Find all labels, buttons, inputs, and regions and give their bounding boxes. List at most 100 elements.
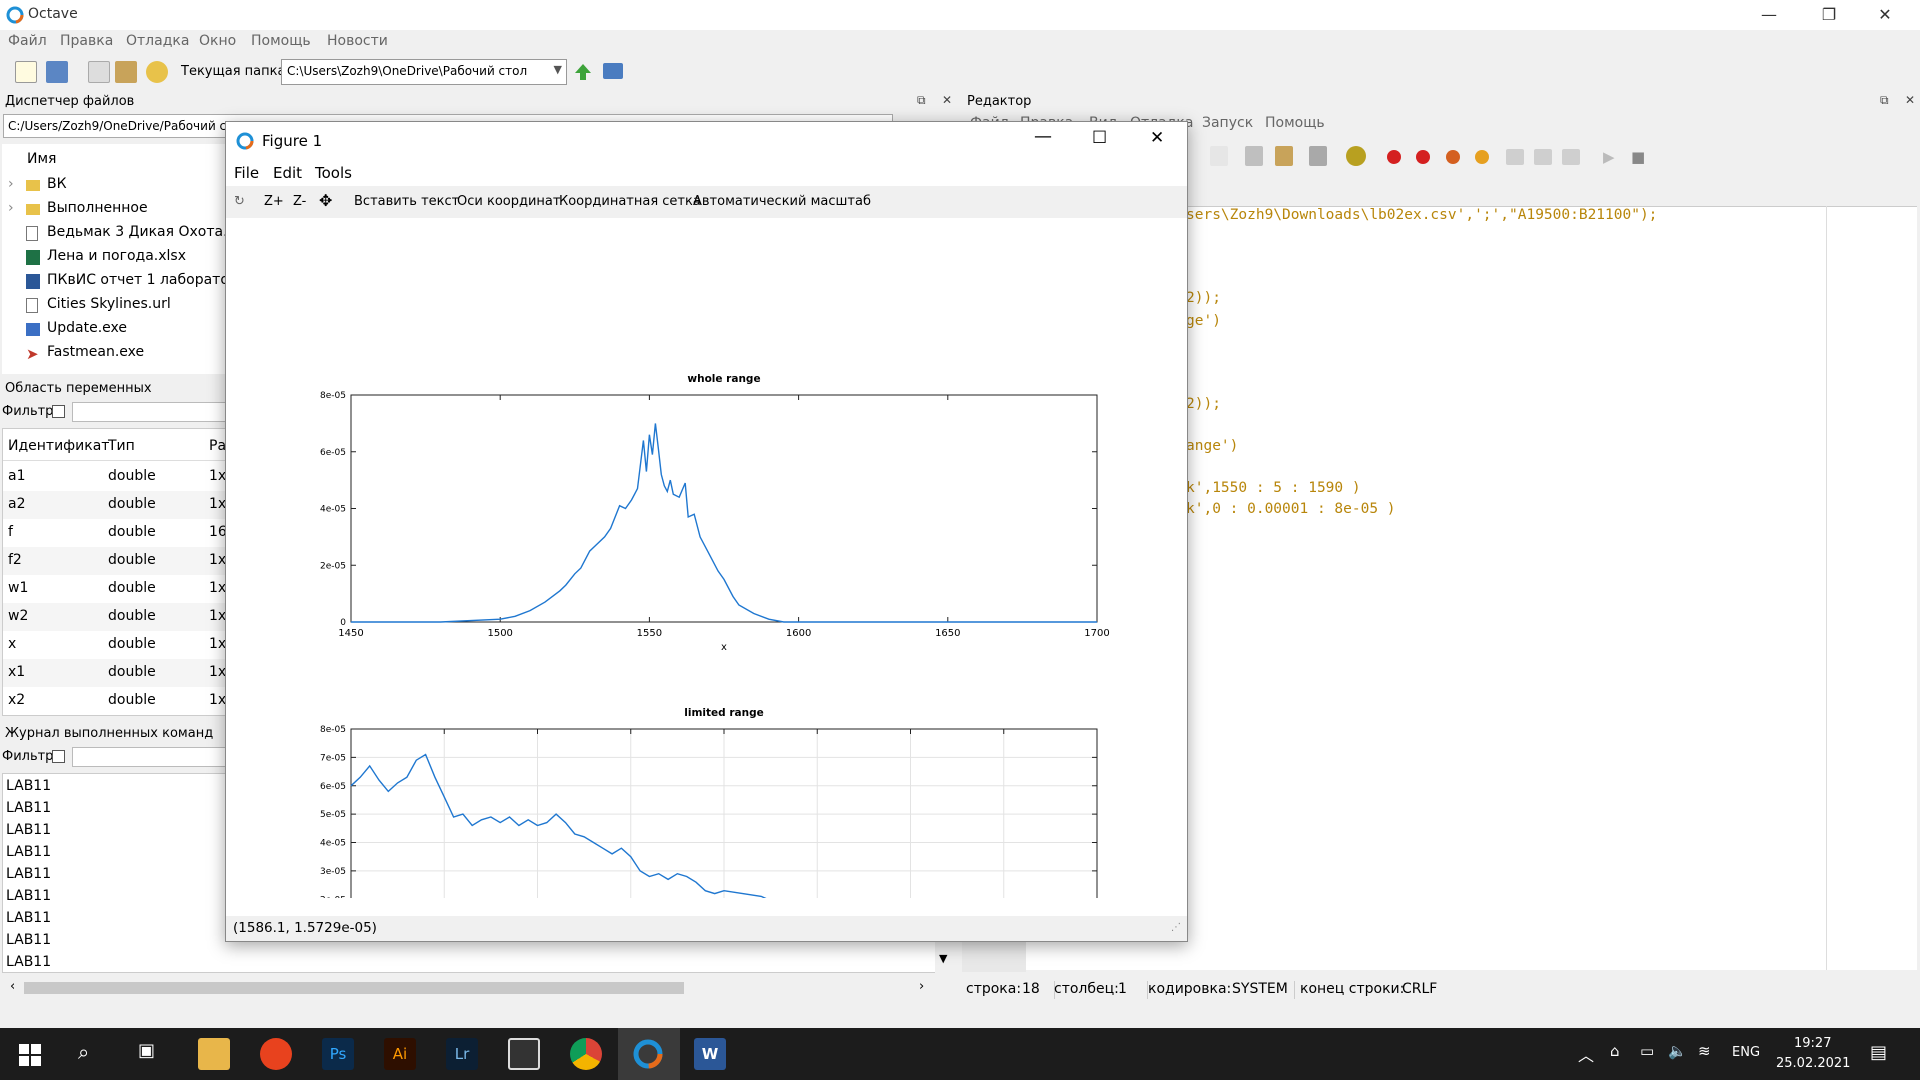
current-folder-combo[interactable]: C:\Users\Zozh9\OneDrive\Рабочий стол ▼ — [281, 59, 567, 85]
music-player-icon[interactable] — [260, 1038, 292, 1070]
history-hscroll[interactable]: ‹ › — [2, 979, 937, 997]
menu-edit[interactable]: Правка — [60, 33, 113, 49]
chevron-right-icon[interactable]: › — [919, 979, 924, 994]
wifi-icon[interactable]: ≋ — [1698, 1042, 1711, 1060]
chevron-up-icon[interactable]: ︿ — [1578, 1042, 1594, 1066]
language-indicator[interactable]: ENG — [1732, 1045, 1760, 1060]
table-row[interactable]: a2 double 1x1 — [3, 491, 235, 519]
new-file-icon[interactable] — [15, 61, 37, 83]
reader-app-icon[interactable] — [508, 1038, 540, 1070]
editor-menu-help[interactable]: Помощь — [1265, 115, 1325, 131]
history-filter-input[interactable] — [72, 747, 232, 767]
rotate-icon[interactable]: ↻ — [234, 194, 245, 209]
file-explorer-icon[interactable] — [198, 1038, 230, 1070]
paste-icon[interactable] — [115, 61, 137, 83]
table-row[interactable]: x double 1x2 — [3, 631, 235, 659]
chrome-icon[interactable] — [570, 1038, 602, 1070]
figure-maximize-button[interactable]: ☐ — [1092, 128, 1107, 148]
list-item[interactable]: LAB11 — [6, 954, 51, 970]
table-row[interactable]: w2 double 1x1 — [3, 603, 235, 631]
workspace-filter-checkbox[interactable] — [52, 405, 65, 418]
figure-close-button[interactable]: ✕ — [1150, 128, 1164, 148]
figure-menu-edit[interactable]: Edit — [273, 164, 302, 182]
close-button[interactable]: ✕ — [1862, 0, 1908, 30]
clock-time[interactable]: 19:27 — [1794, 1036, 1831, 1051]
table-row[interactable]: f double 160 — [3, 519, 236, 547]
figure-menu-file[interactable]: File — [234, 164, 259, 182]
breakpoint-icon[interactable] — [1387, 150, 1401, 164]
copy-icon[interactable] — [1210, 146, 1228, 166]
word-icon[interactable]: W — [694, 1038, 726, 1070]
go-up-arrow-icon[interactable] — [573, 62, 593, 82]
browse-folder-icon[interactable] — [603, 63, 623, 79]
column-name-header[interactable]: Имя — [27, 151, 56, 167]
table-row[interactable]: w1 double 1x1 — [3, 575, 235, 603]
axes-button[interactable]: Оси координат — [457, 194, 560, 209]
undo-icon[interactable] — [146, 61, 168, 83]
step-icon[interactable] — [1506, 149, 1524, 165]
next-breakpoint-icon[interactable] — [1416, 150, 1430, 164]
menu-file[interactable]: Файл — [8, 33, 47, 49]
close-pane-icon[interactable]: ✕ — [1905, 93, 1915, 107]
chevron-down-icon[interactable]: ▼ — [939, 952, 947, 965]
open-folder-icon[interactable] — [46, 61, 68, 83]
volume-icon[interactable]: 🔈 — [1668, 1042, 1687, 1060]
column-type[interactable]: Тип — [108, 438, 135, 454]
autoscale-button[interactable]: Автоматический масштаб — [693, 194, 871, 209]
figure-minimize-button[interactable]: — — [1034, 126, 1052, 147]
search-icon[interactable]: ⌕ — [78, 1040, 89, 1064]
list-item[interactable]: LAB11 — [6, 822, 51, 838]
cut-icon[interactable] — [1245, 146, 1263, 166]
menu-window[interactable]: Окно — [199, 33, 236, 49]
list-item[interactable]: LAB11 — [6, 778, 51, 794]
undock-icon[interactable]: ⧉ — [917, 93, 926, 108]
list-item[interactable]: LAB11 — [6, 888, 51, 904]
play-icon[interactable]: ▶ — [1603, 148, 1615, 166]
list-item[interactable]: LAB11 — [6, 932, 51, 948]
table-row[interactable]: a1 double 1x1 — [3, 463, 235, 491]
list-item[interactable]: LAB11 — [6, 910, 51, 926]
insert-text-button[interactable]: Вставить текст — [354, 194, 459, 209]
editor-menu-run[interactable]: Запуск — [1202, 115, 1253, 131]
chevron-left-icon[interactable]: ‹ — [10, 979, 15, 994]
step-out-icon[interactable] — [1562, 149, 1580, 165]
grid-button[interactable]: Координатная сетка — [559, 194, 701, 209]
list-item[interactable]: LAB11 — [6, 866, 51, 882]
close-pane-icon[interactable]: ✕ — [942, 93, 952, 107]
lightroom-icon[interactable]: Lr — [446, 1038, 478, 1070]
clock-date[interactable]: 25.02.2021 — [1776, 1056, 1850, 1071]
settings-icon[interactable] — [1346, 146, 1366, 166]
zoom-out-button[interactable]: Z- — [293, 194, 306, 209]
battery-icon[interactable]: ▭ — [1640, 1042, 1654, 1060]
windows-start-icon[interactable] — [19, 1044, 41, 1066]
stop-icon[interactable]: ■ — [1631, 148, 1645, 166]
restore-button[interactable]: ❐ — [1806, 0, 1852, 30]
table-row[interactable]: f2 double 1x2 — [3, 547, 235, 575]
photoshop-icon[interactable]: Ps — [322, 1038, 354, 1070]
list-item[interactable]: LAB11 — [6, 844, 51, 860]
figure-window[interactable]: Figure 1 — ☐ ✕ File Edit Tools ↻ Z+ Z- ✥… — [225, 121, 1188, 942]
notifications-icon[interactable]: ▤ — [1870, 1042, 1887, 1063]
task-view-icon[interactable]: ▣ — [138, 1040, 155, 1061]
octave-task-icon[interactable] — [632, 1038, 664, 1070]
menu-help[interactable]: Помощь — [251, 33, 311, 49]
menu-news[interactable]: Новости — [327, 33, 388, 49]
history-filter-checkbox[interactable] — [52, 750, 65, 763]
remove-breakpoints-icon[interactable] — [1475, 150, 1489, 164]
column-size[interactable]: Ра — [209, 438, 226, 454]
paste-icon[interactable] — [1275, 146, 1293, 166]
column-identifier[interactable]: Идентификат — [8, 438, 109, 454]
table-row[interactable]: x1 double 1x1 — [3, 659, 235, 687]
pan-icon[interactable]: ✥ — [319, 191, 332, 210]
figure-canvas[interactable]: 1450 1500 1550 1600 1650 1700 0 2e-05 4e-05 6e-05… — [226, 218, 1187, 898]
list-item[interactable]: LAB11 — [6, 800, 51, 816]
hscroll-thumb[interactable] — [24, 982, 684, 994]
figure-menu-tools[interactable]: Tools — [315, 164, 352, 182]
zoom-in-button[interactable]: Z+ — [264, 194, 284, 209]
copy-icon[interactable] — [88, 61, 110, 83]
workspace-filter-input[interactable] — [72, 402, 232, 422]
step-in-icon[interactable] — [1534, 149, 1552, 165]
illustrator-icon[interactable]: Ai — [384, 1038, 416, 1070]
prev-breakpoint-icon[interactable] — [1446, 150, 1460, 164]
find-icon[interactable] — [1309, 146, 1327, 166]
